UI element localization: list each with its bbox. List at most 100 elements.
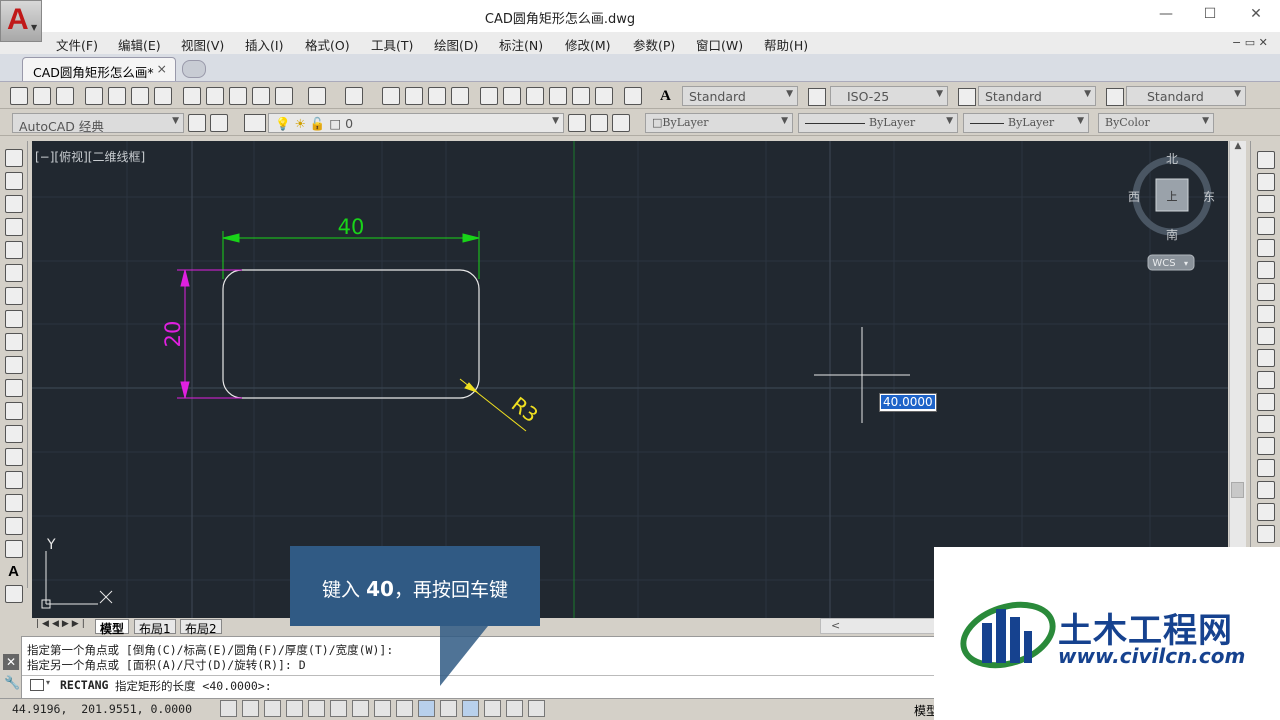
- table-style-select[interactable]: Standard ▼: [978, 86, 1096, 106]
- infer-constraints-icon[interactable]: [220, 700, 237, 717]
- zoom-realtime-icon[interactable]: [405, 87, 423, 105]
- layout-nav-arrows[interactable]: |◀◀▶▶|: [36, 619, 88, 629]
- spline-icon[interactable]: [4, 333, 23, 351]
- polar-tracking-icon[interactable]: [308, 700, 325, 717]
- trim-icon[interactable]: [1256, 349, 1275, 367]
- menu-help[interactable]: 帮助(H): [764, 35, 808, 54]
- layer-previous-icon[interactable]: [590, 114, 608, 132]
- multileader-style-select[interactable]: Standard ▼: [1126, 86, 1246, 106]
- copy-object-icon[interactable]: [1256, 173, 1275, 191]
- dynamic-input-field[interactable]: 40.0000: [879, 393, 937, 412]
- object-snap-tracking-icon[interactable]: [374, 700, 391, 717]
- compass-south[interactable]: 南: [1166, 227, 1178, 242]
- new-tab-button[interactable]: [182, 60, 206, 78]
- add-selected-icon[interactable]: [4, 585, 23, 603]
- erase-icon[interactable]: [1256, 151, 1275, 169]
- chamfer-icon[interactable]: [1256, 459, 1275, 477]
- menu-insert[interactable]: 插入(I): [245, 35, 283, 54]
- explode-icon[interactable]: [1256, 525, 1275, 543]
- markup-icon[interactable]: [572, 87, 590, 105]
- ortho-mode-icon[interactable]: [286, 700, 303, 717]
- print-icon[interactable]: [85, 87, 103, 105]
- rotate-icon[interactable]: [1256, 283, 1275, 301]
- document-tab[interactable]: CAD圆角矩形怎么画* ×: [22, 57, 176, 81]
- linetype-select[interactable]: ByLayer ▼: [798, 113, 958, 133]
- line-icon[interactable]: [4, 149, 23, 167]
- close-tab-icon[interactable]: ×: [157, 61, 167, 76]
- tab-model[interactable]: 模型: [95, 619, 130, 636]
- sheet-set-icon[interactable]: [549, 87, 567, 105]
- grid-display-icon[interactable]: [264, 700, 281, 717]
- quick-properties-icon[interactable]: [484, 700, 501, 717]
- 3d-object-snap-icon[interactable]: [352, 700, 369, 717]
- move-icon[interactable]: [1256, 261, 1275, 279]
- polyline-icon[interactable]: [4, 195, 23, 213]
- preview-icon[interactable]: [108, 87, 126, 105]
- design-center-icon[interactable]: [503, 87, 521, 105]
- viewport-controls[interactable]: [−][俯视][二维线框]: [35, 148, 145, 165]
- scale-icon[interactable]: [1256, 305, 1275, 323]
- close-command-icon[interactable]: ✕: [3, 654, 19, 670]
- circle-icon[interactable]: [4, 287, 23, 305]
- scroll-up-icon[interactable]: ▲: [1230, 141, 1246, 151]
- offset-icon[interactable]: [1256, 217, 1275, 235]
- snap-mode-icon[interactable]: [242, 700, 259, 717]
- lineweight-select[interactable]: ByLayer ▼: [963, 113, 1089, 133]
- join-icon[interactable]: [1256, 437, 1275, 455]
- compass-east[interactable]: 东: [1203, 190, 1215, 204]
- tool-palettes-icon[interactable]: [526, 87, 544, 105]
- arc-icon[interactable]: [4, 264, 23, 282]
- selection-cycling-icon[interactable]: [506, 700, 523, 717]
- text-style-select[interactable]: Standard ▼: [682, 86, 798, 106]
- zoom-previous-icon[interactable]: [451, 87, 469, 105]
- menu-window[interactable]: 窗口(W): [696, 35, 743, 54]
- stretch-icon[interactable]: [1256, 327, 1275, 345]
- mirror-icon[interactable]: [1256, 195, 1275, 213]
- gradient-icon[interactable]: [4, 494, 23, 512]
- lineweight-icon[interactable]: [440, 700, 457, 717]
- object-snap-icon[interactable]: [330, 700, 347, 717]
- menu-dimension[interactable]: 标注(N): [499, 35, 543, 54]
- blend-curves-icon[interactable]: [1256, 503, 1275, 521]
- layer-state-icon[interactable]: [612, 114, 630, 132]
- customize-wrench-icon[interactable]: 🔧: [4, 676, 21, 691]
- application-menu-button[interactable]: A ▼: [0, 0, 42, 42]
- plotstyle-select[interactable]: ByColor ▼: [1098, 113, 1214, 133]
- paste-icon[interactable]: [229, 87, 247, 105]
- insert-block-icon[interactable]: [4, 402, 23, 420]
- dim-style-select[interactable]: ISO-25 ▼: [830, 86, 948, 106]
- maximize-button[interactable]: ☐: [1195, 6, 1225, 26]
- calculator-icon[interactable]: [595, 87, 613, 105]
- extend-icon[interactable]: [1256, 371, 1275, 389]
- properties-icon[interactable]: [480, 87, 498, 105]
- polygon-icon[interactable]: [4, 218, 23, 236]
- command-prompt-icon[interactable]: [30, 679, 44, 691]
- zoom-window-icon[interactable]: [428, 87, 446, 105]
- close-button[interactable]: ✕: [1241, 6, 1271, 26]
- minimize-button[interactable]: —: [1151, 6, 1181, 26]
- break-icon[interactable]: [1256, 415, 1275, 433]
- workspace-settings-icon[interactable]: [188, 114, 206, 132]
- menu-file[interactable]: 文件(F): [56, 35, 98, 54]
- menu-edit[interactable]: 编辑(E): [118, 35, 161, 54]
- region-icon[interactable]: [4, 517, 23, 535]
- coordinates-readout[interactable]: 44.9196, 201.9551, 0.0000: [12, 702, 192, 716]
- make-block-icon[interactable]: [4, 425, 23, 443]
- publish-icon[interactable]: [131, 87, 149, 105]
- doc-window-controls[interactable]: − ▭ ✕: [1232, 36, 1268, 49]
- dynamic-ucs-icon[interactable]: [396, 700, 413, 717]
- pan-icon[interactable]: [382, 87, 400, 105]
- make-current-layer-icon[interactable]: [568, 114, 586, 132]
- height-dimension[interactable]: [177, 269, 242, 399]
- redo-icon[interactable]: [345, 87, 363, 105]
- fillet-icon[interactable]: [1256, 481, 1275, 499]
- tab-layout2[interactable]: 布局2: [180, 619, 222, 636]
- menu-format[interactable]: 格式(O): [305, 35, 350, 54]
- ellipse-icon[interactable]: [4, 356, 23, 374]
- open-icon[interactable]: [33, 87, 51, 105]
- construction-line-icon[interactable]: [4, 172, 23, 190]
- scroll-left-icon[interactable]: <: [831, 619, 840, 632]
- rounded-rectangle[interactable]: [222, 269, 480, 399]
- menu-tools[interactable]: 工具(T): [371, 35, 413, 54]
- color-select[interactable]: □ByLayer ▼: [645, 113, 793, 133]
